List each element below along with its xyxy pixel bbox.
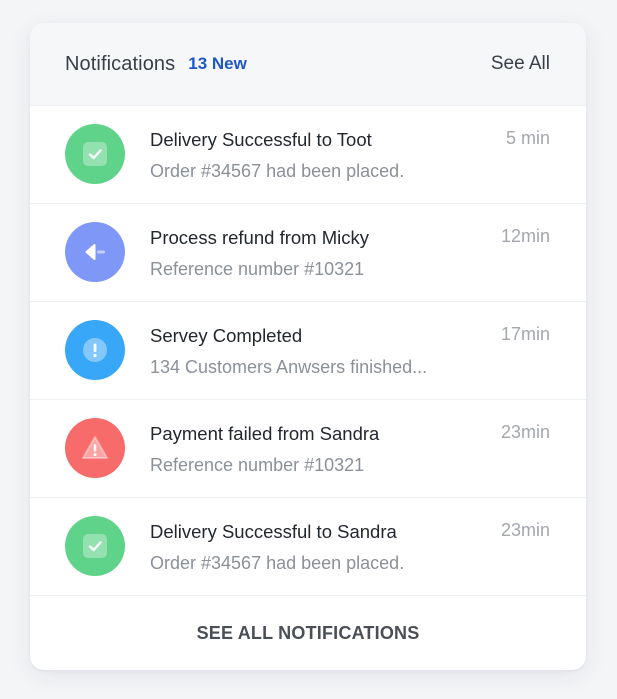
notification-avatar bbox=[65, 124, 125, 184]
notification-subtitle: Reference number #10321 bbox=[150, 455, 365, 475]
header-title: Notifications bbox=[65, 52, 176, 75]
notification-item[interactable]: Process refund from Micky Reference numb… bbox=[30, 204, 586, 302]
refund-icon bbox=[85, 244, 105, 260]
warning-icon bbox=[82, 436, 108, 459]
notifications-card: Notifications 13 New See All Delivery Su… bbox=[30, 23, 586, 670]
notification-item[interactable]: Delivery Successful to Toot Order #34567… bbox=[30, 106, 586, 204]
notification-subtitle: Order #34567 had been placed. bbox=[150, 553, 405, 573]
notification-time: 17min bbox=[500, 324, 550, 344]
notification-title: Delivery Successful to Sandra bbox=[150, 521, 397, 542]
notification-item[interactable]: Servey Completed 134 Customers Anwsers f… bbox=[30, 302, 586, 400]
see-all-link[interactable]: See All bbox=[491, 53, 550, 75]
info-icon bbox=[83, 338, 107, 362]
notification-avatar bbox=[65, 516, 125, 576]
notification-time: 12min bbox=[500, 226, 550, 246]
check-icon bbox=[83, 534, 107, 558]
notification-title: Servey Completed bbox=[150, 325, 303, 346]
notification-title: Payment failed from Sandra bbox=[150, 423, 380, 444]
notification-subtitle: Reference number #10321 bbox=[150, 259, 365, 279]
notification-time: 23min bbox=[500, 422, 550, 442]
notification-subtitle: 134 Customers Anwsers finished... bbox=[150, 357, 428, 377]
notification-list: Delivery Successful to Toot Order #34567… bbox=[30, 106, 586, 596]
notification-avatar bbox=[65, 222, 125, 282]
notification-time: 23min bbox=[500, 520, 550, 540]
check-icon bbox=[83, 142, 107, 166]
notifications-header: Notifications 13 New See All bbox=[30, 23, 586, 106]
notification-title: Delivery Successful to Toot bbox=[150, 129, 372, 150]
see-all-notifications-button[interactable]: SEE ALL NOTIFICATIONS bbox=[30, 596, 586, 670]
notification-time: 5 min bbox=[505, 128, 550, 148]
new-count-badge: 13 New bbox=[188, 54, 247, 73]
notification-avatar bbox=[65, 320, 125, 380]
notification-subtitle: Order #34567 had been placed. bbox=[150, 161, 405, 181]
notification-avatar bbox=[65, 418, 125, 478]
notification-title: Process refund from Micky bbox=[150, 227, 369, 248]
notification-item[interactable]: Payment failed from Sandra Reference num… bbox=[30, 400, 586, 498]
notification-item[interactable]: Delivery Successful to Sandra Order #345… bbox=[30, 498, 586, 596]
